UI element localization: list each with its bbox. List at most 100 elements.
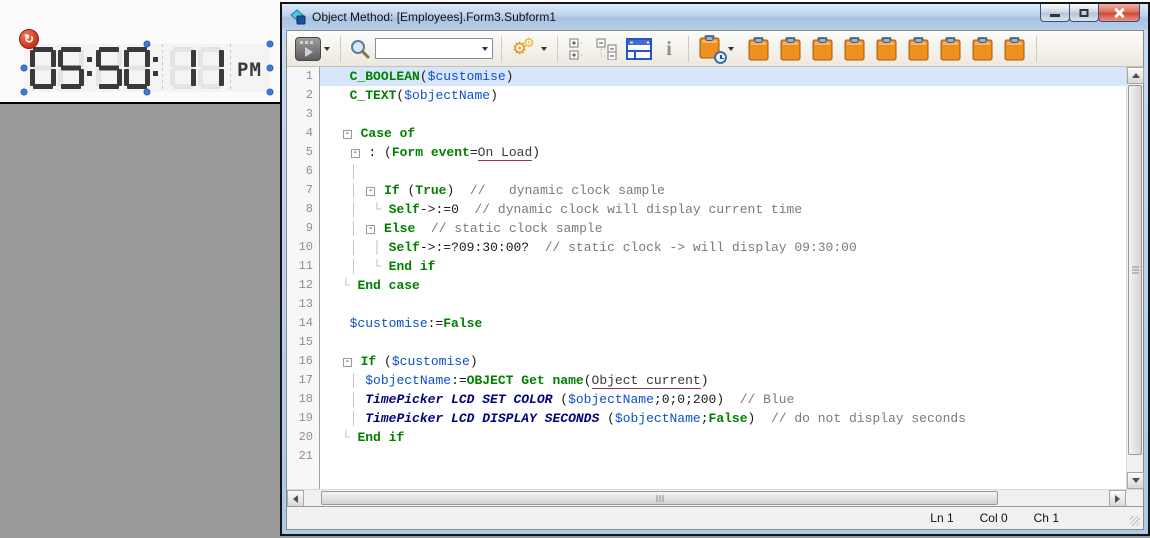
macros-button[interactable] xyxy=(697,33,736,65)
code-line[interactable]: 6 │ xyxy=(287,162,1126,181)
code-line[interactable]: 21 xyxy=(287,447,1126,466)
arrow-right-icon xyxy=(1115,495,1120,503)
selection-handle[interactable] xyxy=(267,89,274,96)
code-line[interactable]: 9 │ - Else // static clock sample xyxy=(287,219,1126,238)
clipboard-2-button[interactable] xyxy=(778,35,804,63)
code-space xyxy=(334,69,350,84)
clipboard-4-button[interactable] xyxy=(842,35,868,63)
method-options-button[interactable]: ⚙ ⚙ xyxy=(510,34,549,64)
toolbar-separator xyxy=(501,36,502,62)
horizontal-scrollbar[interactable] xyxy=(304,490,1109,506)
code-line[interactable]: 13 xyxy=(287,295,1126,314)
code-line[interactable]: 18 │ TimePicker LCD SET COLOR ($objectNa… xyxy=(287,390,1126,409)
clipboard-8-button[interactable] xyxy=(970,35,996,63)
scroll-down-button[interactable] xyxy=(1127,472,1144,489)
collapse-all-button[interactable] xyxy=(594,36,620,62)
selection-handle[interactable] xyxy=(144,89,151,96)
clipboard-9-button[interactable] xyxy=(1002,35,1028,63)
code-line[interactable]: 16 - If ($customise) xyxy=(287,352,1126,371)
code-text: ( xyxy=(376,354,392,369)
code-line[interactable]: 4 - Case of xyxy=(287,124,1126,143)
code-space xyxy=(357,221,365,236)
line-number: 15 xyxy=(287,333,320,352)
clipboard-6-button[interactable] xyxy=(906,35,932,63)
line-number: 18 xyxy=(287,390,320,409)
clipboard-5-button[interactable] xyxy=(874,35,900,63)
window-titlebar[interactable]: Object Method: [Employees].Form3.Subform… xyxy=(282,4,1148,30)
code-keyword: Else xyxy=(384,221,415,236)
vertical-scrollbar[interactable] xyxy=(1126,67,1143,489)
selection-handle[interactable] xyxy=(21,89,28,96)
indent-guide-icon: │ xyxy=(350,164,358,179)
expand-all-button[interactable] xyxy=(566,36,590,62)
scroll-up-button[interactable] xyxy=(1127,67,1144,84)
code-line-content: $customise:=False xyxy=(320,314,1126,333)
object-events-badge-icon[interactable]: ↻ xyxy=(19,29,39,49)
lcd-clock-widget[interactable]: PM xyxy=(24,44,270,92)
scroll-right-button[interactable] xyxy=(1109,490,1126,507)
selection-handle[interactable] xyxy=(267,41,274,48)
fold-toggle-icon[interactable]: - xyxy=(366,187,375,196)
code-keyword: False xyxy=(443,316,482,331)
code-line[interactable]: 2 C_TEXT($objectName) xyxy=(287,86,1126,105)
code-region: 1 C_BOOLEAN($customise)2 C_TEXT($objectN… xyxy=(287,67,1143,489)
line-number: 1 xyxy=(287,67,320,86)
thumb-grip-icon xyxy=(1132,267,1139,274)
code-line[interactable]: 12 └ End case xyxy=(287,276,1126,295)
code-space xyxy=(381,259,389,274)
run-method-button[interactable] xyxy=(293,35,332,63)
code-line[interactable]: 15 xyxy=(287,333,1126,352)
code-line-content: │ - If (True) // dynamic clock sample xyxy=(320,181,1126,200)
line-number: 21 xyxy=(287,447,320,466)
selection-handle[interactable] xyxy=(267,65,274,72)
clipboard-1-button[interactable] xyxy=(746,35,772,63)
code-line-content: - If ($customise) xyxy=(320,352,1126,371)
code-line[interactable]: 19 │ TimePicker LCD DISPLAY SECONDS ($ob… xyxy=(287,409,1126,428)
code-line[interactable]: 14 $customise:=False xyxy=(287,314,1126,333)
clipboard-icon xyxy=(780,37,802,61)
search-icon xyxy=(349,38,371,60)
code-variable: $objectName xyxy=(615,411,701,426)
status-column: Col 0 xyxy=(980,511,1008,525)
clipboard-icon xyxy=(908,37,930,61)
selection-handle[interactable] xyxy=(21,65,28,72)
clipboard-3-button[interactable] xyxy=(810,35,836,63)
search-input[interactable] xyxy=(376,39,477,58)
maximize-button[interactable] xyxy=(1069,4,1099,22)
fold-toggle-icon[interactable]: - xyxy=(366,225,375,234)
search-dropdown-button[interactable] xyxy=(477,39,492,58)
selection-handle[interactable] xyxy=(144,41,151,48)
code-line[interactable]: 8 │ └ Self->:=0 // dynamic clock will di… xyxy=(287,200,1126,219)
code-line[interactable]: 20 └ End if xyxy=(287,428,1126,447)
fold-toggle-icon[interactable]: - xyxy=(351,149,360,158)
scroll-left-button[interactable] xyxy=(287,490,304,507)
code-line[interactable]: 11 │ └ End if xyxy=(287,257,1126,276)
code-line-content: - Case of xyxy=(320,124,1126,143)
code-line[interactable]: 1 C_BOOLEAN($customise) xyxy=(287,67,1126,86)
code-line[interactable]: 10 │ │ Self->:=?09:30:00? // static cloc… xyxy=(287,238,1126,257)
search-combobox[interactable] xyxy=(375,38,493,59)
scrollbar-corner xyxy=(1126,490,1143,506)
code-line[interactable]: 17 │ $objectName:=OBJECT Get name(Object… xyxy=(287,371,1126,390)
vertical-scroll-thumb[interactable] xyxy=(1128,85,1142,455)
code-line[interactable]: 5 - : (Form event=On Load) xyxy=(287,143,1126,162)
code-comment: // static clock sample xyxy=(431,221,603,236)
fold-toggle-icon[interactable]: - xyxy=(343,130,352,139)
clipboard-7-button[interactable] xyxy=(938,35,964,63)
code-editor[interactable]: 1 C_BOOLEAN($customise)2 C_TEXT($objectN… xyxy=(287,67,1126,489)
method-info-button[interactable]: i xyxy=(658,37,680,61)
fold-toggle-icon[interactable]: - xyxy=(343,358,352,367)
code-line-content: │ TimePicker LCD SET COLOR ($objectName;… xyxy=(320,390,1126,409)
minimize-button[interactable] xyxy=(1040,4,1070,22)
line-number: 13 xyxy=(287,295,320,314)
line-number: 5 xyxy=(287,143,320,162)
indent-guide-icon: └ xyxy=(373,259,381,274)
close-button[interactable] xyxy=(1098,4,1140,22)
code-line[interactable]: 3 xyxy=(287,105,1126,124)
code-line[interactable]: 7 │ - If (True) // dynamic clock sample xyxy=(287,181,1126,200)
code-text: ( xyxy=(584,373,592,388)
show-form-button[interactable] xyxy=(624,36,654,62)
code-text: ) xyxy=(490,88,498,103)
resize-grip[interactable] xyxy=(1130,516,1140,526)
horizontal-scroll-thumb[interactable] xyxy=(321,491,998,505)
